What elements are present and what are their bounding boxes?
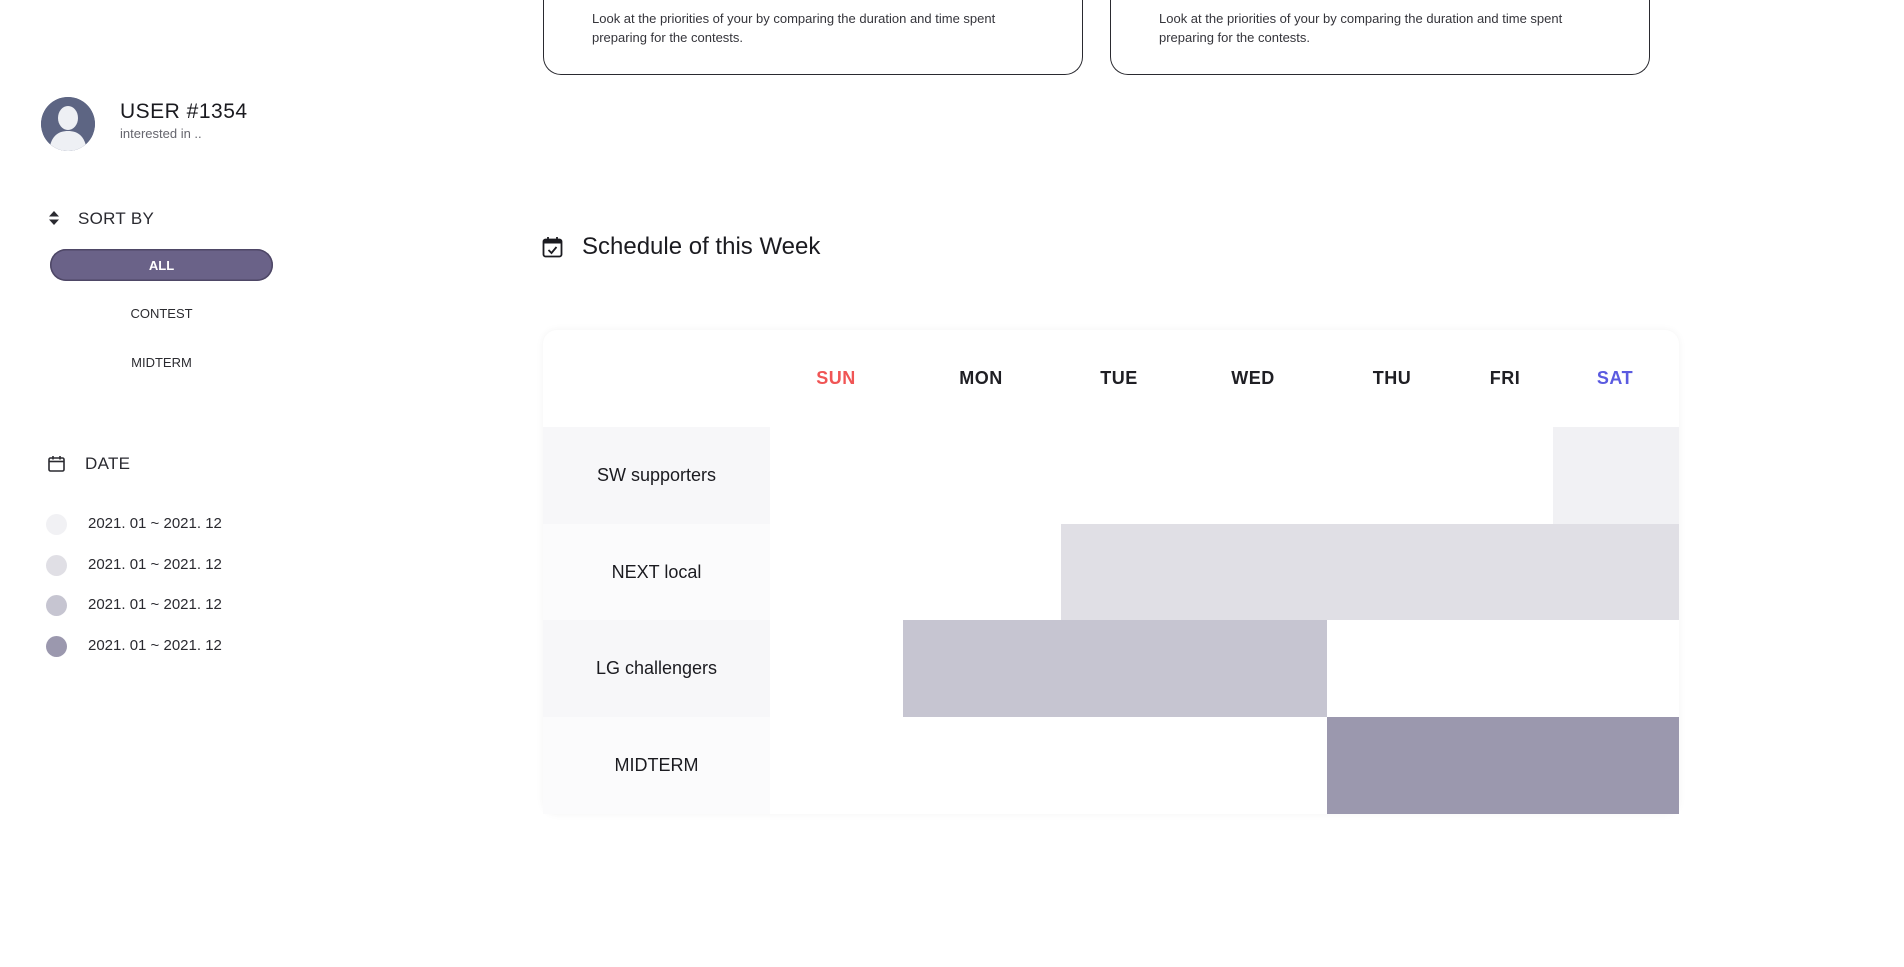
schedule-title: Schedule of this Week (582, 233, 821, 260)
day-header-wed: WED (1231, 368, 1275, 388)
legend-dot (46, 595, 67, 616)
legend-range: 2021. 01 ~ 2021. 12 (88, 556, 222, 573)
sort-option-midterm[interactable]: MIDTERM (50, 346, 273, 378)
calendar-check-icon (542, 237, 563, 258)
schedule-bar-next-local[interactable] (1061, 524, 1679, 620)
schedule-row-label: MIDTERM (543, 717, 770, 814)
schedule-row-label: NEXT local (543, 524, 770, 621)
sort-option-all[interactable]: ALL (50, 249, 273, 281)
legend-dot (46, 514, 67, 535)
sort-option-contest[interactable]: CONTEST (50, 297, 273, 329)
day-header-thu: THU (1372, 368, 1412, 388)
day-header-sun: SUN (816, 368, 856, 388)
avatar (41, 97, 95, 151)
user-subtitle: interested in .. (120, 126, 202, 141)
sort-by-label: SORT BY (78, 209, 155, 228)
legend-range: 2021. 01 ~ 2021. 12 (88, 637, 222, 654)
calendar-icon (48, 456, 65, 472)
info-card: Look at the priorities of your by compar… (543, 0, 1083, 75)
user-name: USER #1354 (120, 100, 248, 123)
info-card-text: Look at the priorities of your by compar… (592, 11, 996, 45)
legend-range: 2021. 01 ~ 2021. 12 (88, 596, 222, 613)
schedule-bar-midterm[interactable] (1327, 717, 1679, 814)
info-card: Look at the priorities of your by compar… (1110, 0, 1650, 75)
day-header-tue: TUE (1100, 368, 1138, 388)
schedule-row-label: LG challengers (543, 620, 770, 717)
date-label: DATE (85, 454, 131, 473)
legend-dot (46, 636, 67, 657)
legend-range: 2021. 01 ~ 2021. 12 (88, 515, 222, 532)
schedule-bar-lg-challengers[interactable] (903, 620, 1327, 717)
day-header-mon: MON (959, 368, 1003, 388)
legend-dot (46, 555, 67, 576)
info-card-text: Look at the priorities of your by compar… (1159, 11, 1563, 45)
user-silhouette-icon (41, 97, 95, 151)
day-header-fri: FRI (1489, 368, 1521, 388)
schedule-bar-sw-supporters[interactable] (1553, 427, 1679, 524)
sort-icon (49, 211, 59, 225)
schedule-row-label: SW supporters (543, 427, 770, 524)
day-header-sat: SAT (1596, 368, 1634, 388)
